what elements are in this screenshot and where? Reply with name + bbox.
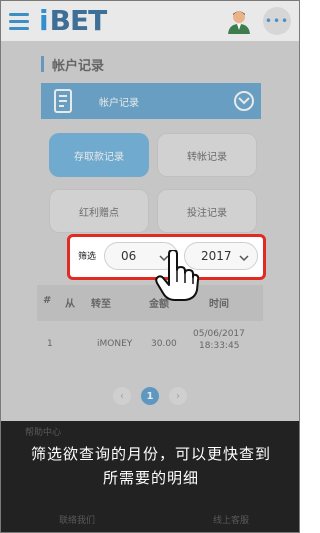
banner-label: 帐户记录 (99, 97, 139, 109)
next-page-button[interactable]: › (169, 387, 187, 405)
hamburger-menu-icon[interactable] (6, 8, 32, 34)
row-time: 18:33:45 (199, 341, 240, 351)
row-to: iMONEY (97, 339, 133, 349)
deposit-withdraw-button[interactable]: 存取款记录 (49, 133, 149, 177)
app-frame: i BET ••• 帐户记录 帐户记录 存取款记录 转帐记录 红利赠点 投注记录… (0, 0, 300, 533)
footer-help-link: 帮助中心 (25, 428, 62, 438)
tutorial-caption: 帮助中心 联络我们 线上客服 筛选欲查询的月份，可以更快查到 所需要的明细 (1, 421, 299, 532)
header-index: # (43, 295, 52, 306)
header-to: 转至 (91, 299, 111, 310)
footer-service-link: 线上客服 (213, 516, 250, 526)
chevron-down-icon (239, 251, 249, 265)
main-content: 帐户记录 帐户记录 存取款记录 转帐记录 红利赠点 投注记录 # 从 转至 金额… (1, 41, 299, 421)
more-dots-icon: ••• (264, 14, 290, 28)
account-records-dropdown[interactable]: 帐户记录 (41, 83, 261, 119)
caption-line-2: 所需要的明细 (102, 469, 199, 487)
prev-page-button[interactable]: ‹ (113, 387, 131, 405)
pointing-hand-icon (155, 249, 200, 302)
table-row: 1 iMONEY 30.00 05/06/2017 18:33:45 (37, 323, 263, 373)
header-time: 时间 (209, 299, 229, 310)
bet-records-button[interactable]: 投注记录 (157, 189, 257, 233)
logo-bet: BET (49, 3, 108, 37)
transfer-records-label: 转帐记录 (187, 151, 227, 163)
bet-records-label: 投注记录 (187, 207, 227, 219)
row-amount: 30.00 (151, 339, 177, 349)
chevron-down-icon (234, 91, 254, 111)
rebate-bonus-button[interactable]: 红利赠点 (49, 189, 149, 233)
footer-contact-link: 联络我们 (59, 516, 96, 526)
row-index: 1 (47, 339, 53, 349)
chevron-left-icon: ‹ (120, 390, 124, 402)
top-header: i BET ••• (1, 1, 299, 41)
page-title-text: 帐户记录 (52, 58, 105, 74)
header-from: 从 (65, 299, 75, 310)
deposit-withdraw-label: 存取款记录 (74, 151, 124, 163)
more-options-button[interactable]: ••• (263, 7, 291, 35)
current-page-number: 1 (146, 390, 154, 402)
title-accent-bar (41, 56, 44, 72)
receipt-icon (49, 87, 77, 115)
current-page-button[interactable]: 1 (141, 387, 159, 405)
ibet-logo[interactable]: i BET (39, 3, 108, 37)
page-title: 帐户记录 (41, 55, 105, 74)
row-date: 05/06/2017 (193, 329, 245, 339)
caption-line-1: 筛选欲查询的月份，可以更快查到 (30, 445, 271, 463)
chevron-right-icon: › (176, 390, 180, 402)
month-value: 06 (121, 249, 137, 263)
year-value: 2017 (201, 249, 232, 263)
pagination: ‹ 1 › (1, 385, 299, 409)
user-avatar-icon[interactable] (226, 8, 252, 34)
filter-label: 筛选 (78, 252, 97, 262)
logo-i: i (39, 3, 49, 37)
rebate-bonus-label: 红利赠点 (79, 207, 119, 219)
transfer-records-button[interactable]: 转帐记录 (157, 133, 257, 177)
table-header: # 从 转至 金额 时间 (37, 285, 263, 321)
